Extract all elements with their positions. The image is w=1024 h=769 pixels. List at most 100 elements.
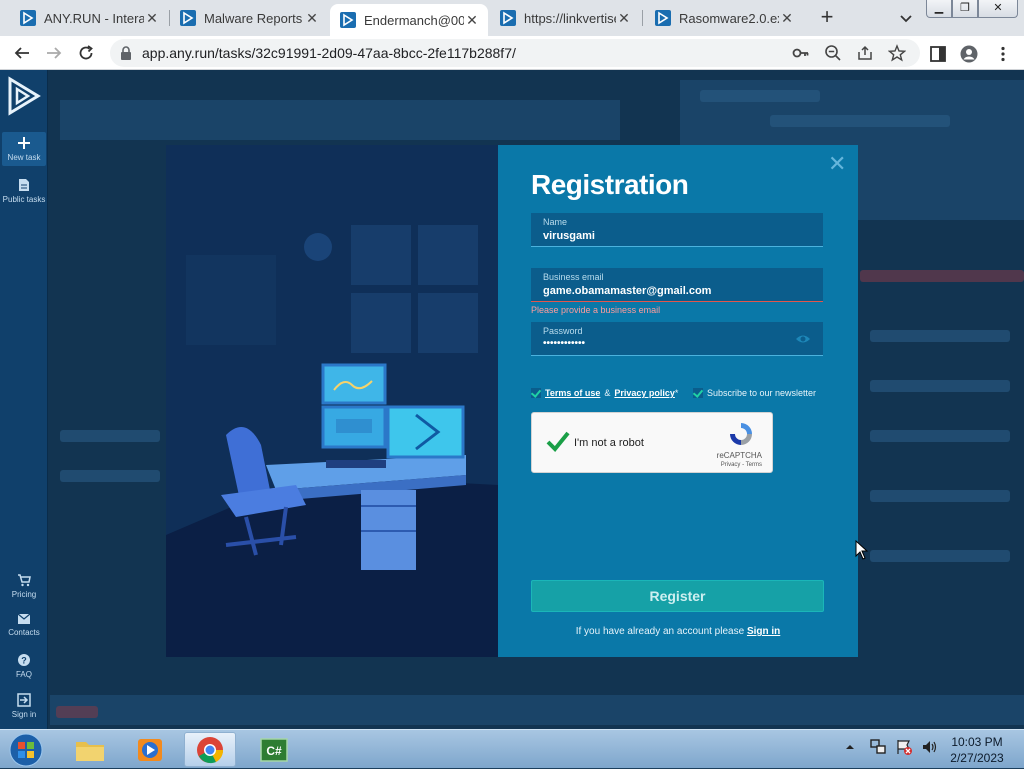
app-page: New task Public tasks Pricing Contacts ?… xyxy=(0,70,1024,729)
menu-kebab-icon[interactable] xyxy=(994,45,1012,63)
sign-in-link[interactable]: Sign in xyxy=(747,626,780,637)
background-row xyxy=(60,470,160,482)
forward-button[interactable] xyxy=(42,41,66,65)
terms-checkbox-row[interactable]: Terms of use & Privacy policy * xyxy=(531,388,678,398)
window-controls: ▁ ❐ ✕ xyxy=(926,0,1018,18)
background-row xyxy=(700,90,820,102)
action-center-flag-icon[interactable] xyxy=(895,738,913,756)
taskbar-chrome[interactable] xyxy=(184,732,236,767)
reload-button[interactable] xyxy=(74,41,98,65)
tab-malware-reports[interactable]: Malware Reports ✕ xyxy=(170,4,328,32)
business-email-input[interactable]: game.obamamaster@gmail.com xyxy=(543,285,711,297)
address-bar[interactable]: app.any.run/tasks/32c91991-2d09-47aa-8bc… xyxy=(110,39,920,67)
tab-rasomware[interactable]: Rasomware2.0.exe ✕ xyxy=(645,4,803,32)
anyrun-logo-icon[interactable] xyxy=(6,76,42,116)
email-error-message: Please provide a business email xyxy=(531,305,661,315)
background-row xyxy=(870,550,1010,562)
anyrun-favicon-icon xyxy=(340,12,356,28)
sidebar-item-label: Public tasks xyxy=(2,195,46,204)
speaker-volume-icon[interactable] xyxy=(921,738,939,756)
windows-taskbar: C# 10:03 PM 2/27/2023 xyxy=(0,729,1024,768)
tab-search-chevron-icon[interactable] xyxy=(896,8,916,28)
close-tab-icon[interactable]: ✕ xyxy=(144,10,160,27)
tab-title: Malware Reports xyxy=(204,10,303,26)
sidebar: New task Public tasks Pricing Contacts ?… xyxy=(0,70,48,729)
close-window-button[interactable]: ✕ xyxy=(978,0,1018,18)
taskbar-media-player[interactable] xyxy=(124,732,176,767)
plus-icon xyxy=(18,137,30,149)
business-email-field[interactable]: Business email game.obamamaster@gmail.co… xyxy=(531,268,823,302)
tab-title: https://linkvertise xyxy=(524,10,616,26)
recaptcha-terms[interactable]: Privacy - Terms xyxy=(721,462,762,468)
terms-checkbox[interactable] xyxy=(531,388,541,398)
sidebar-item-new-task[interactable]: New task xyxy=(2,132,46,166)
show-hidden-icons-icon[interactable] xyxy=(845,742,855,752)
taskbar-clock[interactable]: 10:03 PM 2/27/2023 xyxy=(942,734,1012,766)
anyrun-favicon-icon xyxy=(500,10,516,26)
system-tray xyxy=(845,738,939,756)
sidebar-item-contacts[interactable]: Contacts xyxy=(2,613,46,637)
share-icon[interactable] xyxy=(856,44,874,62)
terms-of-use-link[interactable]: Terms of use xyxy=(545,388,600,398)
background-footer xyxy=(50,695,1024,725)
name-field[interactable]: Name virusgami xyxy=(531,213,823,247)
ampersand-text: & xyxy=(604,388,611,398)
password-field[interactable]: Password •••••••••••• xyxy=(531,322,823,356)
taskbar-explorer[interactable] xyxy=(64,732,116,767)
sidebar-item-faq[interactable]: ? FAQ xyxy=(2,653,46,679)
back-arrow-icon xyxy=(14,47,29,59)
side-panel-icon[interactable] xyxy=(929,45,947,63)
url-text[interactable]: app.any.run/tasks/32c91991-2d09-47aa-8bc… xyxy=(142,45,516,61)
close-modal-icon[interactable]: ✕ xyxy=(828,153,846,175)
tab-endermanch[interactable]: Endermanch@00 ✕ xyxy=(330,4,488,36)
registration-form-panel: ✕ Registration Name virusgami Business e… xyxy=(498,145,858,657)
restore-button[interactable]: ❐ xyxy=(952,0,978,18)
eye-icon[interactable] xyxy=(795,333,811,345)
back-button[interactable] xyxy=(10,41,34,65)
register-button[interactable]: Register xyxy=(531,580,824,612)
tab-anyrun[interactable]: ANY.RUN - Interac ✕ xyxy=(10,4,168,32)
forward-arrow-icon xyxy=(47,47,62,59)
registration-title: Registration xyxy=(531,169,689,200)
captcha-label: I'm not a robot xyxy=(574,437,644,449)
name-input[interactable]: virusgami xyxy=(543,230,595,242)
background-row xyxy=(60,430,160,442)
clock-date: 2/27/2023 xyxy=(950,751,1004,765)
recaptcha-widget[interactable]: I'm not a robot reCAPTCHA Privacy - Term… xyxy=(531,412,773,473)
anyrun-favicon-icon xyxy=(655,10,671,26)
close-tab-icon[interactable]: ✕ xyxy=(616,10,632,27)
csharp-icon: C# xyxy=(260,737,288,762)
key-icon[interactable] xyxy=(792,44,810,62)
sidebar-item-label: New task xyxy=(7,153,41,162)
close-tab-icon[interactable]: ✕ xyxy=(464,12,480,29)
newsletter-checkbox-row[interactable]: Subscribe to our newsletter xyxy=(693,388,816,398)
lock-icon[interactable] xyxy=(120,46,132,60)
profile-avatar-icon[interactable] xyxy=(960,45,978,63)
sidebar-item-pricing[interactable]: Pricing xyxy=(2,573,46,599)
privacy-policy-link[interactable]: Privacy policy xyxy=(614,388,675,398)
network-icon[interactable] xyxy=(869,738,887,756)
sidebar-item-sign-in[interactable]: Sign in xyxy=(2,693,46,719)
media-player-icon xyxy=(138,738,162,761)
envelope-icon xyxy=(17,613,31,624)
browser-toolbar: app.any.run/tasks/32c91991-2d09-47aa-8bc… xyxy=(0,36,1024,70)
document-icon xyxy=(19,179,29,191)
bookmark-star-icon[interactable] xyxy=(888,44,906,62)
minimize-button[interactable]: ▁ xyxy=(926,0,952,18)
close-tab-icon[interactable]: ✕ xyxy=(779,10,795,27)
new-tab-button[interactable]: + xyxy=(815,6,839,30)
sidebar-item-public-tasks[interactable]: Public tasks xyxy=(2,178,46,204)
tab-title: Rasomware2.0.exe xyxy=(679,10,779,26)
close-tab-icon[interactable]: ✕ xyxy=(304,10,320,27)
checkmark-icon[interactable] xyxy=(546,430,570,452)
taskbar-csharp-app[interactable]: C# xyxy=(248,732,300,767)
anyrun-favicon-icon xyxy=(180,10,196,26)
password-input[interactable]: •••••••••••• xyxy=(543,338,585,349)
tab-linkvertise[interactable]: https://linkvertise ✕ xyxy=(490,4,640,32)
windows-start-icon[interactable] xyxy=(6,731,46,769)
zoom-out-icon[interactable] xyxy=(824,44,842,62)
newsletter-checkbox[interactable] xyxy=(693,388,703,398)
recaptcha-logo-icon xyxy=(730,423,752,445)
signin-prompt-text: If you have already an account please xyxy=(575,626,745,637)
name-label: Name xyxy=(543,217,568,227)
